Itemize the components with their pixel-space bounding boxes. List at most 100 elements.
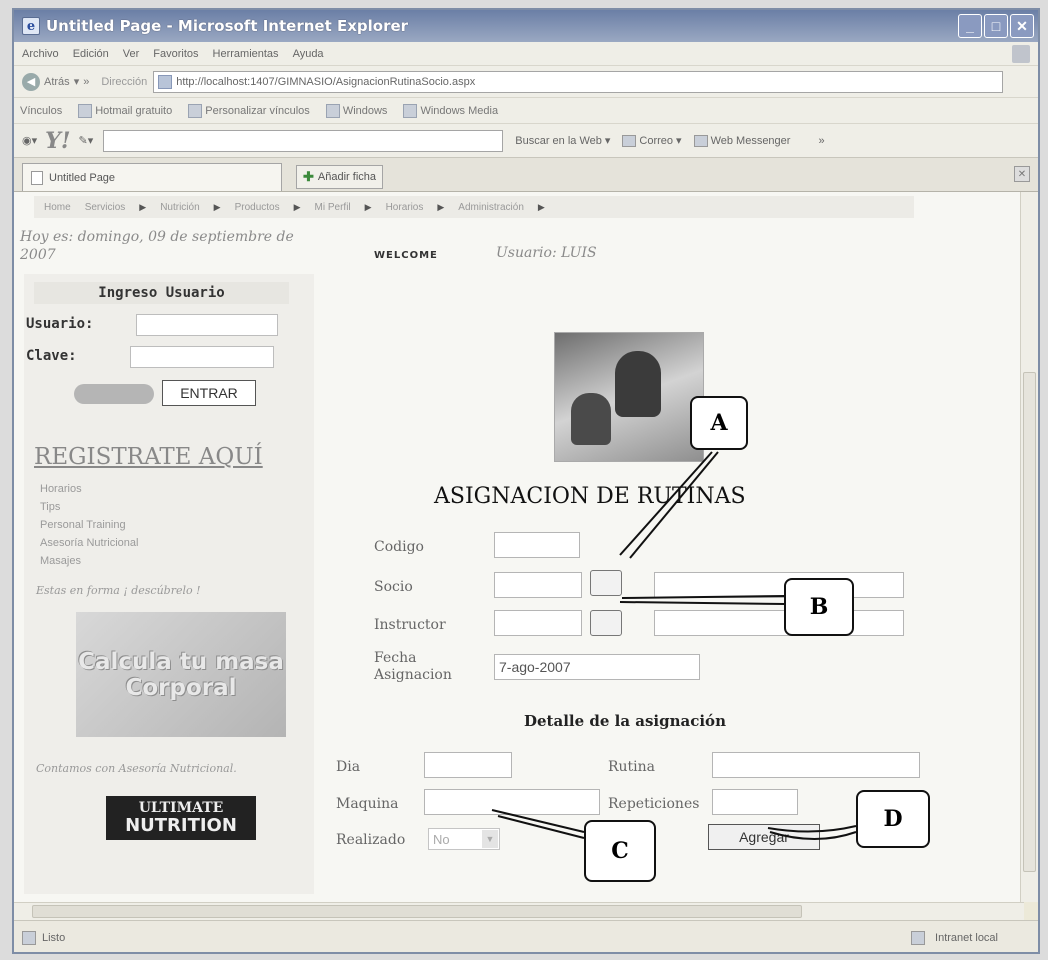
ultimate-nutrition-logo[interactable]: ULTIMATE NUTRITION (106, 796, 256, 840)
socio-code-input[interactable] (494, 572, 582, 598)
detail-section-title: Detalle de la asignación (524, 712, 726, 730)
link-windows-media[interactable]: Windows Media (403, 103, 498, 118)
maquina-input[interactable] (424, 789, 600, 815)
fecha-label: Fecha Asignacion (374, 650, 452, 683)
link-personalizar[interactable]: Personalizar vínculos (188, 103, 310, 118)
socio-search-button[interactable] (590, 570, 622, 596)
close-tab-icon[interactable]: ✕ (1014, 166, 1030, 182)
instructor-code-input[interactable] (494, 610, 582, 636)
site-nav-menu: Home Servicios ▶ Nutrición ▶ Productos ▶… (34, 196, 914, 218)
callout-c: C (584, 820, 656, 882)
nav-item[interactable]: Productos (235, 202, 280, 213)
tab-untitled-page[interactable]: Untitled Page (22, 163, 282, 191)
back-arrow-icon: ◀ (22, 72, 40, 91)
link-hotmail[interactable]: Hotmail gratuito (78, 103, 173, 118)
new-tab-button[interactable]: ✚ Añadir ficha (296, 165, 383, 189)
sidebar-link[interactable]: Personal Training (40, 516, 138, 534)
sidebar-link[interactable]: Horarios (40, 480, 138, 498)
page-icon (31, 170, 43, 185)
instructor-name-input[interactable] (654, 610, 904, 636)
instructor-search-button[interactable] (590, 610, 622, 636)
menu-bar: Archivo Edición Ver Favoritos Herramient… (14, 42, 1038, 66)
new-tab-label: Añadir ficha (317, 171, 376, 183)
address-bar: ◀ Atrás ▾ » Dirección http://localhost:1… (14, 66, 1038, 98)
logged-user: Usuario: LUIS (496, 245, 597, 261)
yahoo-toolbar: ◉▾ Y! ✎▾ Buscar en la Web ▾ Correo ▾ Web… (14, 124, 1038, 158)
yahoo-search-input[interactable] (103, 129, 504, 152)
nav-arrow-icon: ▶ (293, 201, 301, 212)
agregar-button[interactable]: Agregar (708, 824, 820, 850)
chevron-more-icon[interactable]: » (818, 135, 824, 147)
sidebar-link[interactable]: Masajes (40, 552, 138, 570)
login-image-button[interactable] (74, 384, 154, 404)
sidebar-link[interactable]: Asesoría Nutricional (40, 534, 138, 552)
scroll-thumb[interactable] (32, 905, 802, 918)
user-label: Usuario: (26, 316, 94, 332)
menu-edicion[interactable]: Edición (73, 48, 109, 60)
nav-item[interactable]: Servicios (85, 202, 126, 213)
pencil-icon[interactable]: ✎▾ (79, 134, 94, 147)
link-label: Personalizar vínculos (205, 104, 310, 117)
sidebar-link[interactable]: Tips (40, 498, 138, 516)
rutina-input[interactable] (712, 752, 920, 778)
menu-favoritos[interactable]: Favoritos (153, 48, 198, 60)
messenger-button[interactable]: Web Messenger (693, 134, 790, 147)
page-icon (158, 74, 173, 89)
chevron-more-icon[interactable]: » (83, 76, 89, 88)
scroll-thumb[interactable] (1023, 372, 1036, 872)
dia-input[interactable] (424, 752, 512, 778)
chevron-down-icon: ▼ (482, 830, 498, 848)
realizado-value: No (433, 831, 450, 847)
dia-label: Dia (336, 759, 361, 775)
close-icon[interactable]: ✕ (1010, 14, 1034, 38)
register-link[interactable]: REGISTRATE AQUÍ (34, 444, 263, 470)
entrar-button[interactable]: ENTRAR (162, 380, 256, 406)
menu-archivo[interactable]: Archivo (22, 48, 59, 60)
back-button[interactable]: ◀ Atrás ▾ » (22, 72, 89, 91)
sidebar: Ingreso Usuario Usuario: Clave: ENTRAR R… (24, 274, 314, 894)
user-input[interactable] (136, 314, 278, 336)
search-web-label: Buscar en la Web (515, 134, 602, 147)
maximize-icon[interactable]: □ (984, 14, 1008, 38)
tab-label: Untitled Page (49, 171, 116, 184)
nutrition-tagline: Contamos con Asesoría Nutricional. (36, 762, 237, 775)
links-bar: Vínculos Hotmail gratuito Personalizar v… (14, 98, 1038, 124)
nav-item[interactable]: Home (44, 202, 71, 213)
link-label: Hotmail gratuito (95, 104, 173, 117)
callout-a: A (690, 396, 748, 450)
links-label: Vínculos (20, 104, 63, 117)
plus-icon: ✚ (303, 169, 314, 184)
horizontal-scrollbar[interactable] (14, 902, 1024, 920)
url-input[interactable]: http://localhost:1407/GIMNASIO/Asignacio… (153, 70, 1004, 93)
codigo-input[interactable] (494, 532, 580, 558)
nav-arrow-icon: ▶ (537, 201, 545, 212)
realizado-select[interactable]: No ▼ (428, 828, 500, 850)
body-mass-calculator-banner[interactable]: Calcula tu masa Corporal (76, 612, 286, 737)
nav-item[interactable]: Administración (458, 202, 524, 213)
nav-item[interactable]: Nutrición (160, 202, 199, 213)
password-input[interactable] (130, 346, 274, 368)
yahoo-logo[interactable]: Y! (45, 128, 70, 154)
search-web-button[interactable]: Buscar en la Web ▾ (515, 134, 610, 148)
toolbar-circle-icon[interactable]: ◉▾ (22, 134, 37, 147)
ie-icon: e (22, 17, 40, 35)
member-figure (571, 393, 611, 445)
socio-name-input[interactable] (654, 572, 904, 598)
menu-ayuda[interactable]: Ayuda (293, 48, 324, 60)
minimize-icon[interactable]: _ (958, 14, 982, 38)
nav-item[interactable]: Horarios (386, 202, 424, 213)
vertical-scrollbar[interactable] (1020, 192, 1038, 902)
mail-button[interactable]: Correo ▾ (622, 134, 682, 147)
address-label: Dirección (101, 75, 148, 88)
link-windows[interactable]: Windows (325, 103, 387, 118)
dropdown-icon[interactable]: ▾ (74, 75, 80, 88)
menu-herramientas[interactable]: Herramientas (213, 48, 279, 60)
nav-item[interactable]: Mi Perfil (315, 202, 351, 213)
fecha-input[interactable]: 7-ago-2007 (494, 654, 700, 680)
mail-icon (622, 134, 637, 147)
repeticiones-input[interactable] (712, 789, 798, 815)
status-bar: Listo Intranet local (14, 920, 1038, 952)
password-label: Clave: (26, 348, 77, 364)
menu-ver[interactable]: Ver (123, 48, 140, 60)
nav-arrow-icon: ▶ (139, 201, 147, 212)
